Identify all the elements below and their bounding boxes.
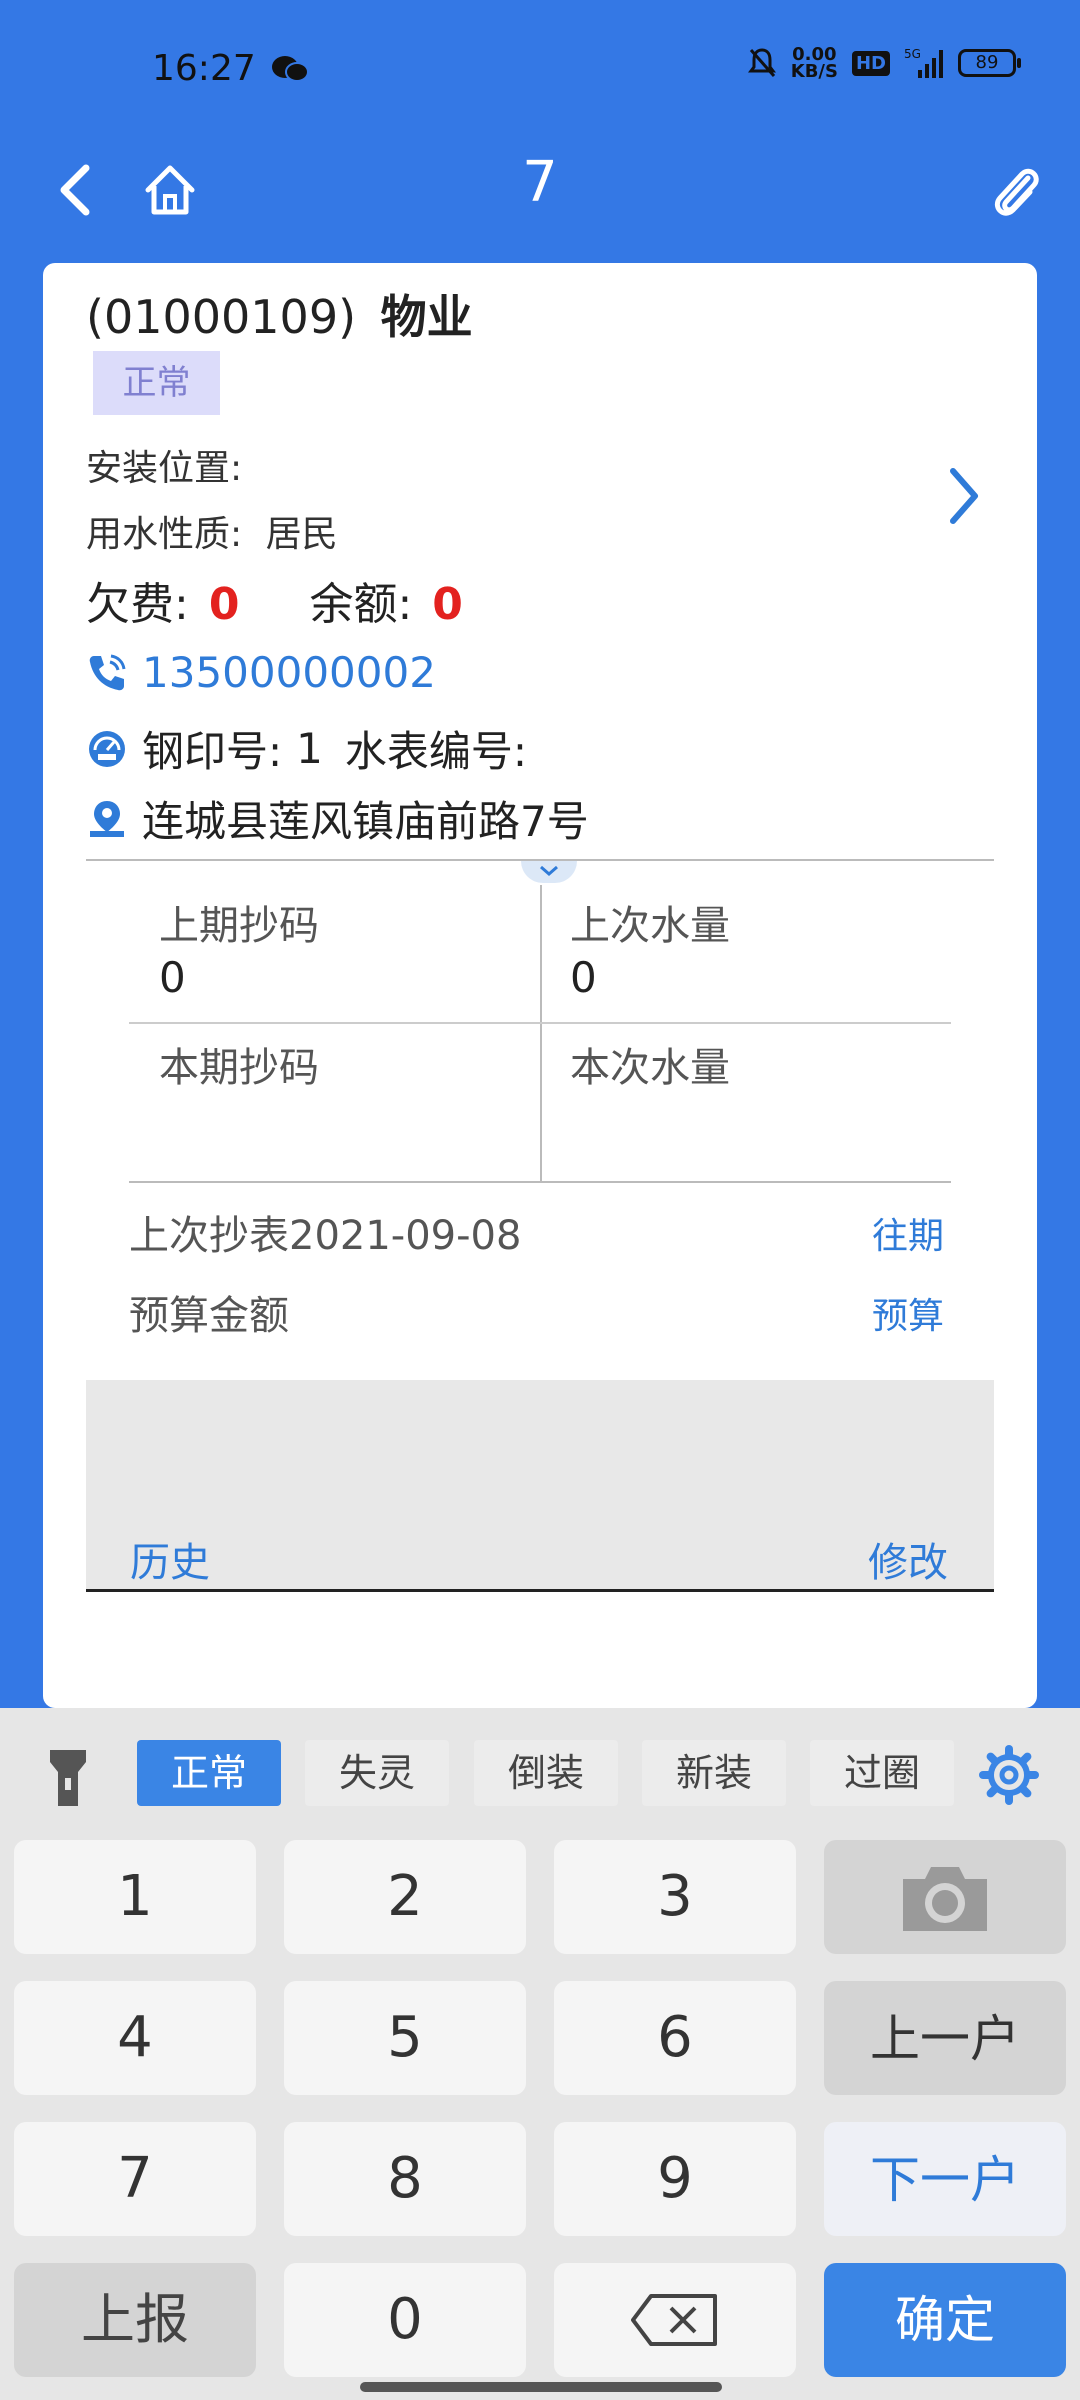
history-periods-link[interactable]: 往期 (872, 1207, 944, 1259)
status-badge: 正常 (93, 351, 220, 415)
backspace-icon (631, 2294, 717, 2346)
camera-button[interactable] (824, 1840, 1066, 1954)
last-read-date: 上次抄表2021-09-08 (129, 1213, 522, 1259)
grid-divider (540, 885, 542, 1183)
status-option-reversed[interactable]: 倒装 (474, 1740, 618, 1806)
balance-label: 余额: (309, 579, 413, 630)
balance-row: 欠费: 0 余额: 0 (86, 568, 533, 632)
current-reading-label[interactable]: 本期抄码 (159, 1035, 319, 1093)
previous-household-button[interactable]: 上一户 (824, 1981, 1066, 2095)
status-option-normal[interactable]: 正常 (137, 1740, 281, 1806)
gear-icon[interactable] (978, 1744, 1040, 1806)
account-code: (01000109) (86, 290, 357, 344)
report-button[interactable]: 上报 (14, 2263, 256, 2377)
key-5[interactable]: 5 (284, 1981, 526, 2095)
confirm-button[interactable]: 确定 (824, 2263, 1066, 2377)
prev-usage-value: 0 (570, 953, 597, 1002)
prev-reading-label: 上期抄码 (159, 903, 319, 949)
water-type-label: 用水性质: (86, 514, 243, 555)
grid-divider (129, 1181, 951, 1183)
status-time: 16:27 (152, 48, 256, 89)
wechat-icon (272, 56, 309, 82)
status-icons: 0.00 KB/S HD 5G 89 (747, 44, 1021, 82)
arrears-value: 0 (208, 579, 240, 630)
prev-reading-value: 0 (159, 953, 186, 1002)
paperclip-icon[interactable] (984, 150, 1044, 230)
collapse-toggle[interactable] (521, 861, 577, 883)
numeric-keypad: 正常 失灵 倒装 新装 过圈 1 2 3 4 5 6 上一户 7 8 9 下一户… (0, 1708, 1080, 2400)
edit-button[interactable]: 修改 (868, 1530, 948, 1588)
phone-number[interactable]: 13500000002 (142, 648, 436, 697)
account-name: 物业 (380, 290, 473, 344)
page-title: 7 (522, 150, 558, 215)
status-option-rollover[interactable]: 过圈 (810, 1740, 954, 1806)
key-8[interactable]: 8 (284, 2122, 526, 2236)
key-1[interactable]: 1 (14, 1840, 256, 1954)
address-text: 连城县莲风镇庙前路7号 (142, 797, 589, 846)
history-button[interactable]: 历史 (130, 1530, 210, 1588)
key-4[interactable]: 4 (14, 1981, 256, 2095)
status-option-new[interactable]: 新装 (642, 1740, 786, 1806)
key-6[interactable]: 6 (554, 1981, 796, 2095)
install-location-label: 安装位置: (86, 448, 243, 489)
stamp-row: 钢印号: 1 水表编号: (86, 718, 527, 779)
home-indicator[interactable] (360, 2382, 722, 2392)
account-title: (01000109) 物业 (86, 281, 473, 347)
meter-icon (89, 730, 125, 767)
prev-usage-label: 上次水量 (570, 903, 730, 949)
svg-text:5G: 5G (904, 47, 921, 61)
water-type-value: 居民 (265, 514, 338, 555)
next-household-button[interactable]: 下一户 (824, 2122, 1066, 2236)
stamp-label: 钢印号: (142, 727, 283, 776)
budget-amount-label: 预算金额 (129, 1293, 289, 1339)
previous-household-label: 上一户 (870, 2010, 1020, 2068)
battery-indicator: 89 (958, 49, 1021, 77)
phone-icon (89, 654, 126, 690)
next-household-label: 下一户 (870, 2151, 1020, 2209)
water-type-row: 用水性质: 居民 (86, 505, 338, 557)
key-3[interactable]: 3 (554, 1840, 796, 1954)
address-row: 连城县莲风镇庙前路7号 (86, 788, 589, 849)
balance-value: 0 (432, 579, 463, 630)
status-option-faulty[interactable]: 失灵 (305, 1740, 449, 1806)
net-speed: 0.00 KB/S (790, 44, 838, 82)
status-bar: 16:27 0.00 KB/S HD 5G 89 (0, 0, 1080, 140)
meter-card: (01000109) 物业 正常 安装位置: 用水性质: 居民 欠费: 0 余额: 0… (43, 263, 1037, 1708)
mute-bell-icon (747, 48, 776, 77)
grid-divider (129, 1022, 951, 1024)
stamp-value: 1 (296, 724, 323, 773)
key-9[interactable]: 9 (554, 2122, 796, 2236)
title-bar: 7 (0, 140, 1080, 260)
flashlight-icon[interactable] (46, 1746, 90, 1810)
key-2[interactable]: 2 (284, 1840, 526, 1954)
meter-number-label: 水表编号: (344, 727, 528, 776)
chevron-down-icon (540, 865, 558, 876)
key-7[interactable]: 7 (14, 2122, 256, 2236)
notes-area[interactable]: 历史 修改 (86, 1380, 994, 1592)
chevron-right-icon[interactable] (943, 461, 983, 531)
reading-grid: 上期抄码 0 上次水量 0 本期抄码 本次水量 (129, 885, 951, 1183)
arrears-label: 欠费: (86, 579, 189, 630)
phone-row[interactable]: 13500000002 (86, 648, 436, 697)
hd-badge: HD (851, 50, 890, 76)
location-pin-icon (90, 800, 124, 837)
current-usage-label: 本次水量 (570, 1045, 730, 1091)
signal-icon: 5G (904, 47, 943, 78)
backspace-button[interactable] (554, 2263, 796, 2377)
key-0[interactable]: 0 (284, 2263, 526, 2377)
meter-status-selector: 正常 失灵 倒装 新装 过圈 (0, 1708, 1080, 1838)
budget-link[interactable]: 预算 (872, 1287, 944, 1339)
report-label: 上报 (81, 2288, 189, 2351)
camera-icon (903, 1867, 987, 1931)
